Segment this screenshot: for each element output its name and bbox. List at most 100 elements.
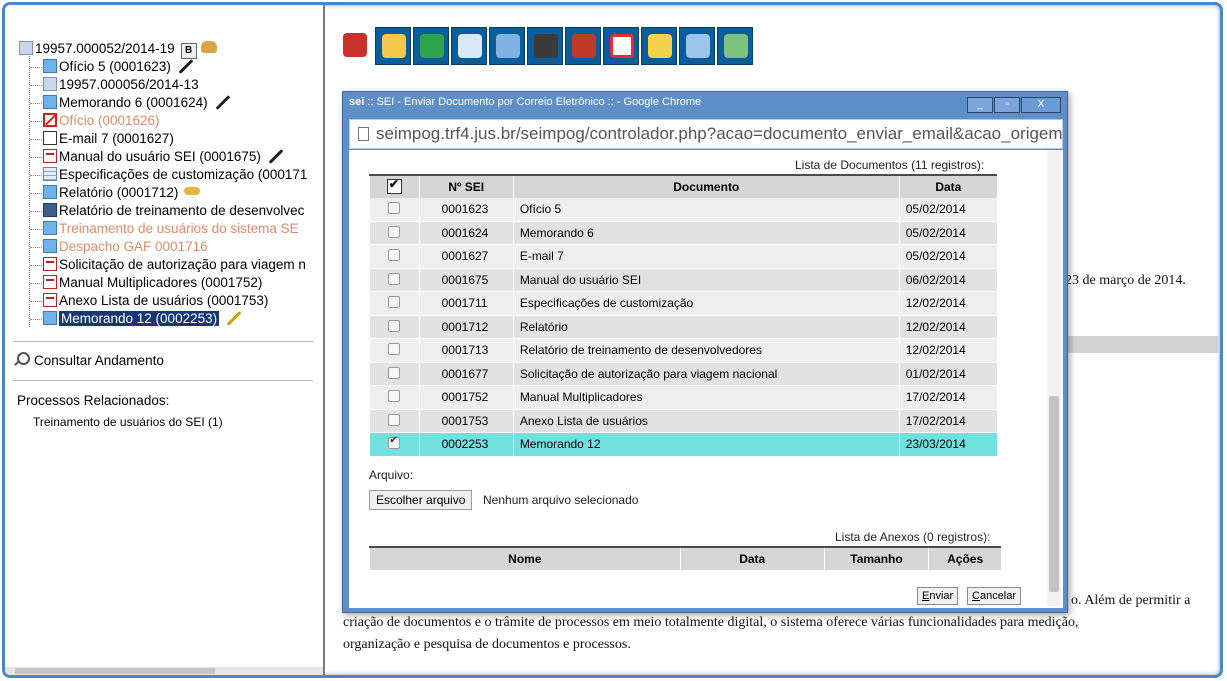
- tree-item[interactable]: Memorando 6 (0001624): [43, 94, 232, 112]
- row-checkbox[interactable]: [388, 296, 401, 309]
- tree-item[interactable]: Especificações de customização (000171: [43, 166, 307, 184]
- tree-item[interactable]: Ofício 5 (0001623): [43, 58, 195, 76]
- table-row[interactable]: 0001675 Manual do usuário SEI 06/02/2014: [369, 268, 997, 292]
- tree-item[interactable]: Anexo Lista de usuários (0001753): [43, 292, 268, 310]
- cell-nsei: 0002253: [418, 432, 514, 457]
- table-row[interactable]: 0002253Memorando 1223/03/2014: [369, 432, 997, 457]
- table-row[interactable]: 0001753 Anexo Lista de usuários 17/02/2014: [369, 409, 997, 433]
- enviar-processo-icon[interactable]: [489, 27, 525, 65]
- film-icon: [43, 203, 57, 217]
- send-label: nviar: [929, 590, 954, 602]
- duplicar-icon[interactable]: [679, 27, 715, 65]
- tree-item[interactable]: Memorando 12 (0002253): [43, 310, 243, 328]
- row-select-cell: [369, 221, 420, 245]
- row-checkbox[interactable]: [388, 319, 401, 332]
- tree-item[interactable]: Despacho GAF 0001716: [43, 238, 208, 256]
- incluir-documento-icon[interactable]: [337, 27, 373, 65]
- divider: [13, 380, 313, 381]
- tree-item[interactable]: 19957.000056/2014-13: [43, 76, 199, 94]
- tree-connector: [30, 85, 42, 86]
- close-icon[interactable]: X: [1021, 97, 1061, 113]
- horizontal-scrollbar[interactable]: [5, 667, 323, 675]
- tree-item[interactable]: Relatório (0001712): [43, 184, 201, 202]
- scrollbar-thumb[interactable]: [15, 668, 215, 674]
- table-row[interactable]: 0001677 Solicitação de autorização para v…: [369, 362, 997, 386]
- pen-icon[interactable]: [215, 95, 231, 110]
- table-row[interactable]: 0001623 Ofício 5 05/02/2014: [369, 198, 997, 222]
- send-button[interactable]: Enviar: [917, 587, 959, 605]
- pdf-icon: [43, 293, 57, 307]
- hand-icon[interactable]: [200, 41, 217, 53]
- row-checkbox[interactable]: [388, 272, 401, 285]
- cell-data: 17/02/2014: [898, 385, 997, 410]
- app-frame: 19957.000052/2014-19 B Ofício 5 (0001623)…: [2, 2, 1223, 678]
- cell-nsei: 0001623: [418, 198, 514, 222]
- tree-item[interactable]: Treinamento de usuários do sistema SE: [43, 220, 299, 238]
- cancelar-icon[interactable]: [603, 27, 639, 65]
- doc-icon: [43, 59, 57, 73]
- tree-item-label: Manual do usuário SEI (0001675): [59, 149, 261, 164]
- table-row[interactable]: 0001627 E-mail 7 05/02/2014: [369, 244, 997, 269]
- anexos-caption: Lista de Anexos (0 registros):: [835, 530, 991, 544]
- cell-documento: Solicitação de autorização para viagem n…: [512, 362, 900, 386]
- select-all-header[interactable]: [369, 174, 420, 198]
- gerar-pdf-icon[interactable]: [565, 27, 601, 65]
- row-checkbox[interactable]: [388, 343, 401, 356]
- row-checkbox[interactable]: [388, 435, 401, 450]
- cell-data: 12/02/2014: [898, 291, 997, 316]
- table-row[interactable]: 0001712 Relatório 12/02/2014: [369, 315, 997, 339]
- assinar-icon[interactable]: [527, 27, 563, 65]
- table-row[interactable]: 0001713 Relatório de treinamento de desen…: [369, 338, 997, 363]
- pen-icon[interactable]: [178, 59, 194, 74]
- doc-icon: [43, 239, 57, 253]
- row-select-cell: [369, 198, 420, 222]
- document-paragraph-line: criação de documentos e o trâmite de pro…: [343, 615, 1079, 630]
- address-bar[interactable]: seimpog.trf4.jus.br/seimpog/controlador.…: [349, 119, 1063, 149]
- select-all-checkbox[interactable]: [386, 177, 402, 194]
- scrollbar-thumb[interactable]: [1049, 396, 1059, 592]
- table-row[interactable]: 0001711 Especificações de customização 12/…: [369, 291, 997, 316]
- enviar-email-icon-glyph: [458, 34, 482, 58]
- tree-item[interactable]: E-mail 7 (0001627): [43, 130, 174, 148]
- tree-root[interactable]: 19957.000052/2014-19 B: [19, 40, 217, 59]
- minimize-icon[interactable]: _: [967, 97, 993, 113]
- cell-data: 05/02/2014: [898, 221, 997, 245]
- atribuir-icon[interactable]: [413, 27, 449, 65]
- related-process-link[interactable]: Treinamento de usuários do SEI (1): [33, 413, 223, 431]
- concluir-icon[interactable]: [375, 27, 411, 65]
- row-checkbox[interactable]: [388, 413, 401, 426]
- row-select-cell: [369, 362, 420, 386]
- table-row[interactable]: 0001752 Manual Multiplicadores 17/02/2014: [369, 385, 997, 410]
- row-checkbox[interactable]: [388, 390, 401, 403]
- window-title-text: :: SEI - Enviar Documento por Correio El…: [367, 96, 702, 108]
- cancel-button[interactable]: Cancelar: [967, 587, 1022, 605]
- row-checkbox[interactable]: [388, 366, 401, 379]
- tree-item[interactable]: Manual Multiplicadores (0001752): [43, 274, 262, 292]
- row-checkbox[interactable]: [388, 202, 401, 215]
- excluir-icon-glyph: [724, 34, 748, 58]
- row-checkbox[interactable]: [388, 225, 401, 238]
- choose-file-button[interactable]: Escolher arquivo: [369, 490, 473, 510]
- cell-data: 05/02/2014: [898, 244, 997, 269]
- key-icon[interactable]: [184, 187, 201, 195]
- tree-item[interactable]: Ofício (0001626): [43, 112, 160, 130]
- consultar-andamento-link[interactable]: Consultar Andamento: [17, 352, 164, 370]
- table-row[interactable]: 0001624 Memorando 6 05/02/2014: [369, 221, 997, 245]
- enviar-email-icon[interactable]: [451, 27, 487, 65]
- tree-connector: [30, 319, 42, 320]
- cell-nsei: 0001752: [418, 385, 514, 410]
- cancel-icon: [43, 113, 57, 127]
- tree-item[interactable]: Manual do usuário SEI (0001675): [43, 148, 285, 166]
- acompanhamento-icon[interactable]: [641, 27, 677, 65]
- document-date: 23 de março de 2014.: [1065, 273, 1186, 288]
- vertical-scrollbar[interactable]: [1047, 150, 1061, 606]
- pen-icon[interactable]: [268, 149, 284, 164]
- pen-icon[interactable]: [226, 311, 242, 326]
- block-icon[interactable]: B: [180, 43, 197, 59]
- maximize-icon[interactable]: ▫: [994, 97, 1020, 113]
- row-checkbox[interactable]: [388, 249, 401, 262]
- tree-item[interactable]: Relatório de treinamento de desenvolvec: [43, 202, 304, 220]
- excluir-icon[interactable]: [717, 27, 753, 65]
- tree-item[interactable]: Solicitação de autorização para viagem n: [43, 256, 306, 274]
- doc-icon: [43, 95, 57, 109]
